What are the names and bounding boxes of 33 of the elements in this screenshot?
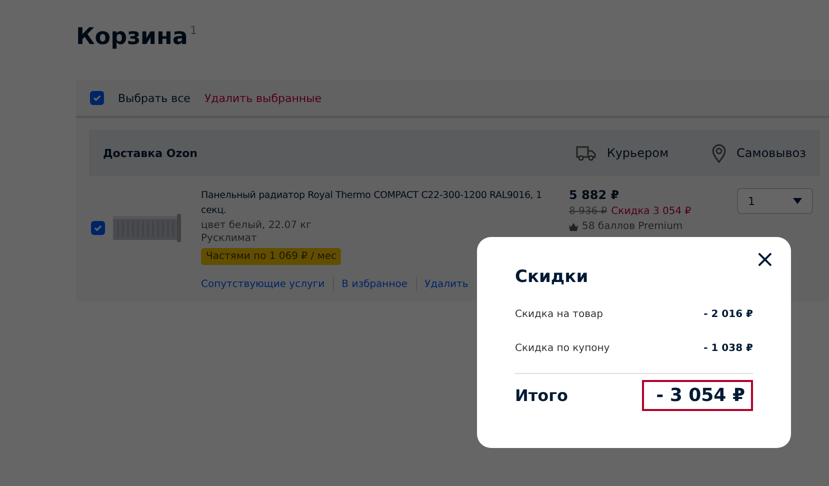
delivery-option[interactable]: Курьером bbox=[606, 146, 669, 160]
item-action-link[interactable]: Сопутствующие услуги bbox=[201, 278, 325, 290]
discount-label: Скидка на товар bbox=[515, 308, 603, 320]
location-pin-icon bbox=[710, 143, 727, 163]
item-action-link[interactable]: В избранное bbox=[342, 278, 408, 290]
page-title: Корзина bbox=[76, 24, 188, 50]
checkbox[interactable] bbox=[90, 91, 104, 105]
caret-icon bbox=[793, 198, 802, 204]
checkbox[interactable] bbox=[91, 221, 105, 235]
price: 5 882 ₽ bbox=[569, 188, 620, 202]
bonus-text: 58 баллов Premium bbox=[582, 221, 683, 232]
quantity-select[interactable]: 1 bbox=[737, 188, 813, 214]
delete-selected-link[interactable]: Удалить выбранные bbox=[204, 92, 322, 104]
item-action-link[interactable]: Удалить bbox=[424, 278, 468, 290]
checkmark-icon bbox=[92, 93, 102, 103]
product-name[interactable]: Панельный радиатор Royal Thermo COMPACT C22-300-1200 RAL9016, 1 секц. bbox=[201, 188, 561, 218]
seller-name: Русклимат bbox=[201, 233, 258, 244]
select-all-label: Выбрать все bbox=[118, 92, 190, 104]
truck-icon bbox=[574, 144, 597, 162]
delivery-title: Доставка Ozon bbox=[103, 146, 198, 160]
discount-label: Скидка по купону bbox=[515, 342, 610, 354]
checkmark-icon bbox=[93, 223, 103, 233]
dialog-title: Скидки bbox=[515, 267, 590, 287]
discount-text: Скидка 3 054 ₽ bbox=[611, 206, 692, 217]
total-value: - 3 054 ₽ bbox=[642, 380, 753, 411]
crown-icon bbox=[569, 222, 578, 230]
discount-value: - 2 016 ₽ bbox=[704, 308, 753, 320]
delivery-option[interactable]: Самовывоз bbox=[736, 146, 806, 160]
discount-value: - 1 038 ₽ bbox=[704, 342, 753, 354]
close-button[interactable]: × bbox=[752, 249, 777, 269]
product-details: цвет белый, 22.07 кг bbox=[201, 220, 312, 231]
installment-badge: Частями по 1 069 ₽ / мес bbox=[201, 248, 342, 265]
total-label: Итого bbox=[515, 386, 568, 405]
